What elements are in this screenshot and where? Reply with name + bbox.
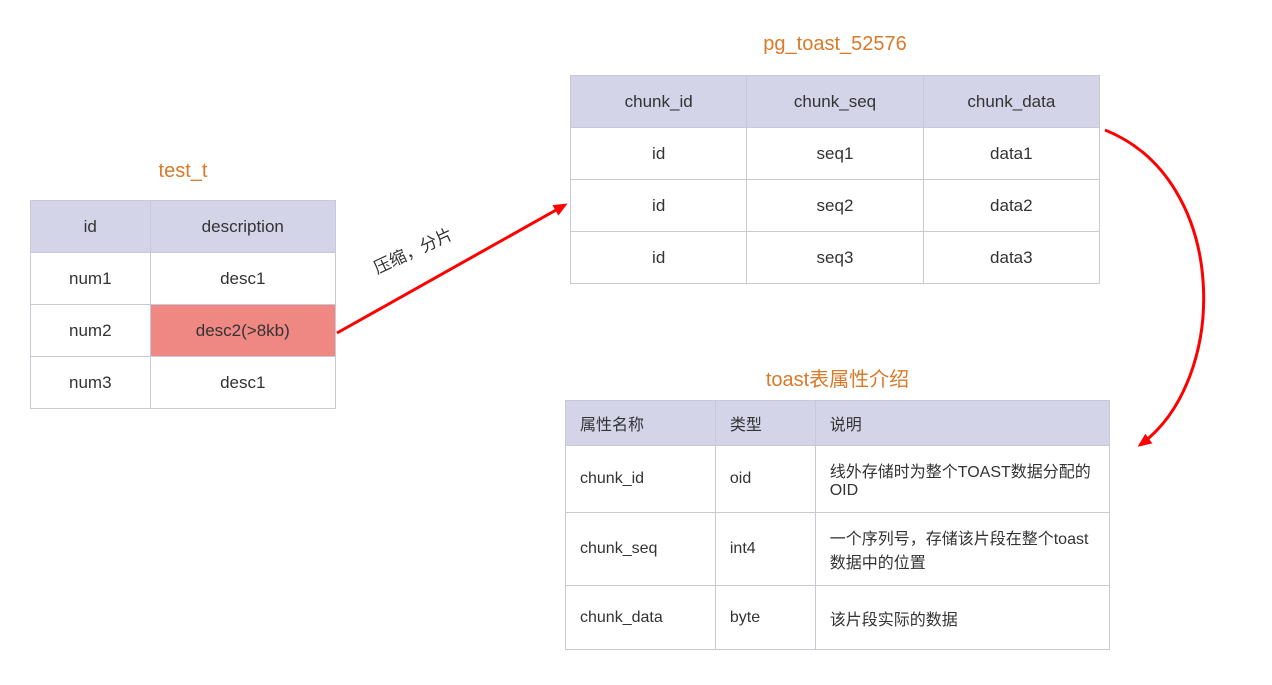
cell-chunk-data: data2 bbox=[923, 180, 1099, 232]
table-header-row: id description bbox=[31, 201, 336, 253]
test-t-table: id description num1 desc1 num2 desc2(>8k… bbox=[30, 200, 336, 409]
cell-attr-type: byte bbox=[715, 586, 815, 650]
col-attr-desc: 说明 bbox=[815, 401, 1109, 446]
table-row: chunk_id oid 线外存储时为整个TOAST数据分配的OID bbox=[566, 446, 1110, 513]
table-row: chunk_data byte 该片段实际的数据 bbox=[566, 586, 1110, 650]
col-attr-name: 属性名称 bbox=[566, 401, 716, 446]
col-chunk-id: chunk_id bbox=[571, 76, 747, 128]
cell-chunk-data: data1 bbox=[923, 128, 1099, 180]
attr-title: toast表属性介绍 bbox=[565, 363, 1110, 392]
table-row: num3 desc1 bbox=[31, 357, 336, 409]
cell-attr-name: chunk_seq bbox=[566, 513, 716, 586]
cell-chunk-id: id bbox=[571, 128, 747, 180]
toast-title: pg_toast_52576 bbox=[570, 33, 1100, 56]
table-row: num2 desc2(>8kb) bbox=[31, 305, 336, 357]
cell-chunk-seq: seq1 bbox=[747, 128, 923, 180]
table-row: id seq3 data3 bbox=[571, 232, 1100, 284]
cell-chunk-id: id bbox=[571, 180, 747, 232]
attr-table: 属性名称 类型 说明 chunk_id oid 线外存储时为整个TOAST数据分… bbox=[565, 400, 1110, 650]
table-header-row: chunk_id chunk_seq chunk_data bbox=[571, 76, 1100, 128]
cell-attr-desc: 一个序列号，存储该片段在整个toast数据中的位置 bbox=[815, 513, 1109, 586]
arrow-label: 压缩，分片 bbox=[369, 220, 457, 279]
cell-desc: desc1 bbox=[150, 357, 335, 409]
toast-table: chunk_id chunk_seq chunk_data id seq1 da… bbox=[570, 75, 1100, 284]
cell-id: num3 bbox=[31, 357, 151, 409]
arrow-compress-split bbox=[337, 205, 565, 333]
col-chunk-data: chunk_data bbox=[923, 76, 1099, 128]
arrow-to-attrs bbox=[1105, 130, 1204, 445]
col-description: description bbox=[150, 201, 335, 253]
col-id: id bbox=[31, 201, 151, 253]
cell-chunk-data: data3 bbox=[923, 232, 1099, 284]
table-header-row: 属性名称 类型 说明 bbox=[566, 401, 1110, 446]
cell-chunk-seq: seq3 bbox=[747, 232, 923, 284]
cell-attr-type: int4 bbox=[715, 513, 815, 586]
cell-attr-name: chunk_data bbox=[566, 586, 716, 650]
table-row: num1 desc1 bbox=[31, 253, 336, 305]
cell-desc: desc1 bbox=[150, 253, 335, 305]
cell-attr-name: chunk_id bbox=[566, 446, 716, 513]
cell-attr-desc: 线外存储时为整个TOAST数据分配的OID bbox=[815, 446, 1109, 513]
test-t-title: test_t bbox=[30, 160, 336, 183]
cell-attr-desc: 该片段实际的数据 bbox=[815, 586, 1109, 650]
cell-attr-type: oid bbox=[715, 446, 815, 513]
cell-desc-highlight: desc2(>8kb) bbox=[150, 305, 335, 357]
cell-chunk-seq: seq2 bbox=[747, 180, 923, 232]
table-row: chunk_seq int4 一个序列号，存储该片段在整个toast数据中的位置 bbox=[566, 513, 1110, 586]
cell-chunk-id: id bbox=[571, 232, 747, 284]
table-row: id seq1 data1 bbox=[571, 128, 1100, 180]
cell-id: num1 bbox=[31, 253, 151, 305]
cell-id: num2 bbox=[31, 305, 151, 357]
col-attr-type: 类型 bbox=[715, 401, 815, 446]
col-chunk-seq: chunk_seq bbox=[747, 76, 923, 128]
table-row: id seq2 data2 bbox=[571, 180, 1100, 232]
